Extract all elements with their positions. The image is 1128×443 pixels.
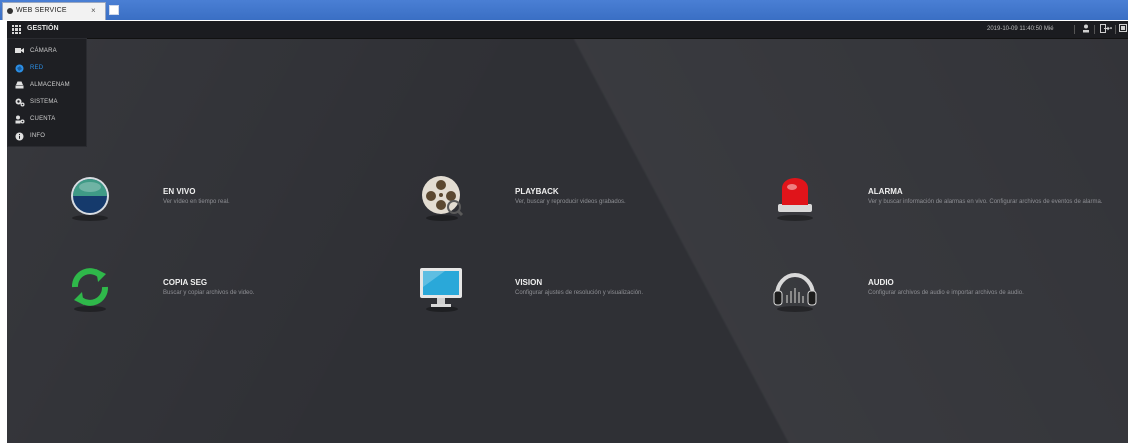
main-menu-grid-icon[interactable]	[12, 25, 21, 34]
tile-vision[interactable]: VISION Configurar ajustes de resolución …	[417, 265, 757, 325]
tile-description: Buscar y copiar archivos de video.	[163, 290, 255, 296]
tile-en-vivo[interactable]: EN VIVO Ver vídeo en tiempo real.	[65, 174, 405, 234]
tile-description: Configurar archivos de audio e importar …	[868, 290, 1024, 296]
tile-description: Ver, buscar y reproducir videos grabados…	[515, 199, 626, 205]
tile-title: COPIA SEG	[163, 278, 208, 287]
menu-item-red[interactable]: RED	[8, 60, 88, 76]
divider	[1115, 25, 1116, 34]
menu-item-info[interactable]: INFO	[8, 128, 88, 144]
menu-item-label: ALMACENAM	[30, 82, 70, 88]
info-icon	[15, 132, 24, 141]
menu-item-label: CUENTA	[30, 116, 56, 122]
tile-title: VISION	[515, 278, 543, 287]
top-bar: GESTIÓN 2019-10-09 11:40:50 Mié	[7, 21, 1128, 39]
menu-item-label: CÁMARA	[30, 48, 57, 54]
account-icon	[15, 115, 25, 124]
playback-reel-icon[interactable]	[417, 174, 467, 224]
menu-item-label: RED	[30, 65, 44, 71]
browser-tab[interactable]: WEB SERVICE ×	[2, 2, 106, 20]
headphones-icon[interactable]	[770, 265, 820, 315]
new-tab-button[interactable]	[109, 5, 119, 15]
gestion-dropdown-menu: CÁMARA RED ALMACENAM SISTEMA CUENTA INFO	[7, 38, 87, 147]
tile-alarma[interactable]: ALARMA Ver y buscar información de alarm…	[770, 174, 1110, 234]
page-title[interactable]: GESTIÓN	[27, 25, 59, 32]
tile-description: Ver vídeo en tiempo real.	[163, 199, 230, 205]
menu-item-cuenta[interactable]: CUENTA	[8, 111, 88, 127]
logout-icon[interactable]	[1100, 24, 1113, 36]
menu-item-camara[interactable]: CÁMARA	[8, 43, 88, 59]
close-tab-icon[interactable]: ×	[91, 6, 96, 15]
menu-item-label: SISTEMA	[30, 99, 58, 105]
tile-audio[interactable]: AUDIO Configurar archivos de audio e imp…	[770, 265, 1110, 325]
tile-title: ALARMA	[868, 187, 903, 196]
tile-playback[interactable]: PLAYBACK Ver, buscar y reproducir videos…	[417, 174, 757, 234]
menu-item-sistema[interactable]: SISTEMA	[8, 94, 88, 110]
app-window: GESTIÓN 2019-10-09 11:40:50 Mié CÁMARA R…	[7, 21, 1128, 443]
camera-icon	[15, 47, 24, 55]
tile-title: AUDIO	[868, 278, 894, 287]
system-gear-icon	[15, 98, 25, 107]
tile-description: Configurar ajustes de resolución y visua…	[515, 290, 644, 296]
datetime-display: 2019-10-09 11:40:50 Mié	[987, 26, 1054, 32]
web-service-favicon-icon	[7, 8, 13, 14]
tile-title: EN VIVO	[163, 187, 196, 196]
tile-copia-seg[interactable]: COPIA SEG Buscar y copiar archivos de vi…	[65, 265, 405, 325]
menu-item-label: INFO	[30, 133, 46, 139]
divider	[1074, 25, 1075, 34]
browser-tab-strip: WEB SERVICE ×	[0, 0, 1128, 20]
live-view-icon[interactable]	[65, 174, 115, 224]
storage-icon	[15, 81, 24, 89]
alarm-light-icon[interactable]	[770, 174, 820, 224]
display-monitor-icon[interactable]	[417, 265, 467, 315]
network-icon	[15, 64, 24, 73]
tile-title: PLAYBACK	[515, 187, 559, 196]
fullscreen-icon[interactable]	[1119, 24, 1127, 35]
tile-description: Ver y buscar información de alarmas en v…	[868, 199, 1103, 205]
browser-tab-title: WEB SERVICE	[16, 7, 67, 14]
divider	[1094, 25, 1095, 34]
menu-item-almacenam[interactable]: ALMACENAM	[8, 77, 88, 93]
user-icon[interactable]	[1082, 24, 1090, 36]
backup-sync-icon[interactable]	[65, 265, 115, 315]
